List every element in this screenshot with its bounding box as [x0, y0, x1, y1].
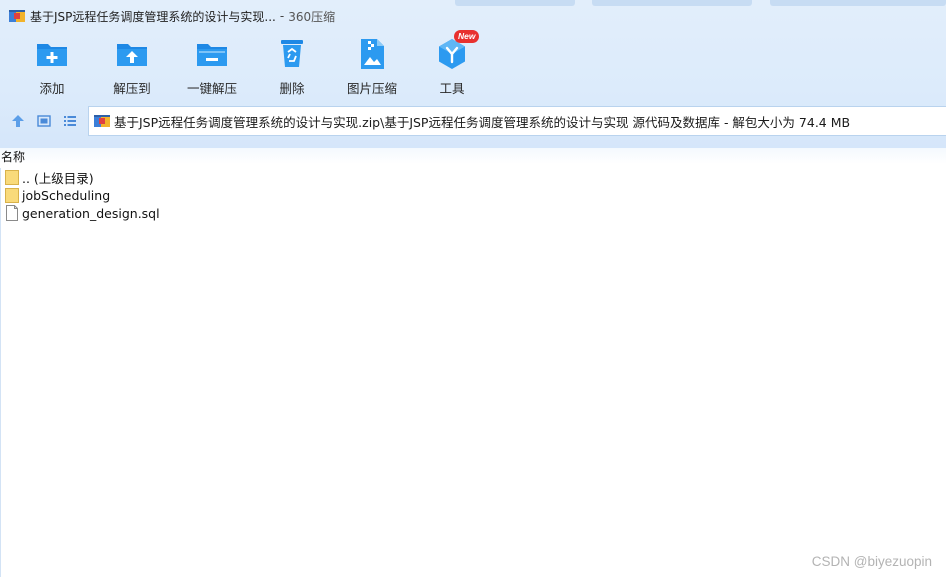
new-badge: New: [454, 30, 480, 43]
image-compress-label: 图片压缩: [346, 81, 397, 96]
thumbnail-view-icon: [37, 115, 51, 127]
file-list: .. (上级目录) jobScheduling generation_desig…: [0, 168, 946, 577]
list-view-button[interactable]: [59, 110, 81, 132]
delete-label: 删除: [279, 81, 305, 96]
file-name: generation_design.sql: [22, 205, 160, 221]
one-click-extract-label: 一键解压: [186, 81, 237, 96]
one-click-extract-button[interactable]: 一键解压: [172, 36, 252, 98]
tools-button[interactable]: New 工具: [412, 30, 492, 98]
add-button[interactable]: 添加: [12, 36, 92, 98]
column-header-name[interactable]: 名称: [1, 148, 25, 165]
window-chrome: 基于JSP远程任务调度管理系统的设计与实现... - 360压缩 添加 解压到: [0, 0, 946, 148]
title-decoration: [770, 0, 946, 6]
title-decoration: [455, 0, 575, 6]
archive-path: 基于JSP远程任务调度管理系统的设计与实现.zip\基于JSP远程任务调度管理系…: [114, 114, 720, 130]
unpacked-size: - 解包大小为 74.4 MB: [723, 114, 851, 130]
path-field[interactable]: 基于JSP远程任务调度管理系统的设计与实现.zip\基于JSP远程任务调度管理系…: [88, 106, 946, 136]
list-item-parent-dir[interactable]: .. (上级目录): [1, 168, 946, 186]
app-name: 360压缩: [288, 9, 336, 24]
list-header: 名称: [0, 148, 946, 164]
thumbnail-view-button[interactable]: [33, 110, 55, 132]
watermark: CSDN @biyezuopin: [811, 554, 932, 569]
extract-to-button[interactable]: 解压到: [92, 36, 172, 98]
arrow-up-icon: [12, 115, 24, 127]
list-view-icon: [64, 116, 76, 126]
one-click-extract-icon: [197, 44, 227, 66]
add-folder-icon: [37, 44, 67, 66]
folder-icon: [5, 188, 19, 203]
zip-archive-icon: [94, 115, 110, 127]
list-item-file[interactable]: generation_design.sql: [1, 204, 946, 222]
extract-to-icon: [117, 44, 147, 66]
app-logo-icon: [9, 10, 25, 22]
image-compress-button[interactable]: 图片压缩: [332, 36, 412, 98]
add-label: 添加: [39, 81, 65, 96]
extract-to-label: 解压到: [113, 81, 151, 96]
up-level-button[interactable]: [7, 110, 29, 132]
toolbar: 添加 解压到 一键解压 删除 图片压缩 New 工具: [0, 30, 946, 98]
address-bar: 基于JSP远程任务调度管理系统的设计与实现.zip\基于JSP远程任务调度管理系…: [0, 106, 946, 136]
window-title: 基于JSP远程任务调度管理系统的设计与实现...: [30, 9, 276, 24]
list-item-folder[interactable]: jobScheduling: [1, 186, 946, 204]
title-separator: -: [279, 9, 285, 23]
file-name: .. (上级目录): [22, 170, 94, 186]
delete-button[interactable]: 删除: [252, 36, 332, 98]
document-icon: [6, 205, 18, 221]
title-bar: 基于JSP远程任务调度管理系统的设计与实现... - 360压缩: [0, 0, 946, 32]
recycle-bin-icon: [281, 40, 303, 67]
file-name: jobScheduling: [22, 187, 111, 203]
tools-label: 工具: [439, 81, 465, 96]
title-decoration: [592, 0, 752, 6]
image-compress-icon: [361, 39, 384, 69]
tools-icon-wrap: New: [434, 30, 480, 72]
folder-icon: [5, 170, 19, 185]
